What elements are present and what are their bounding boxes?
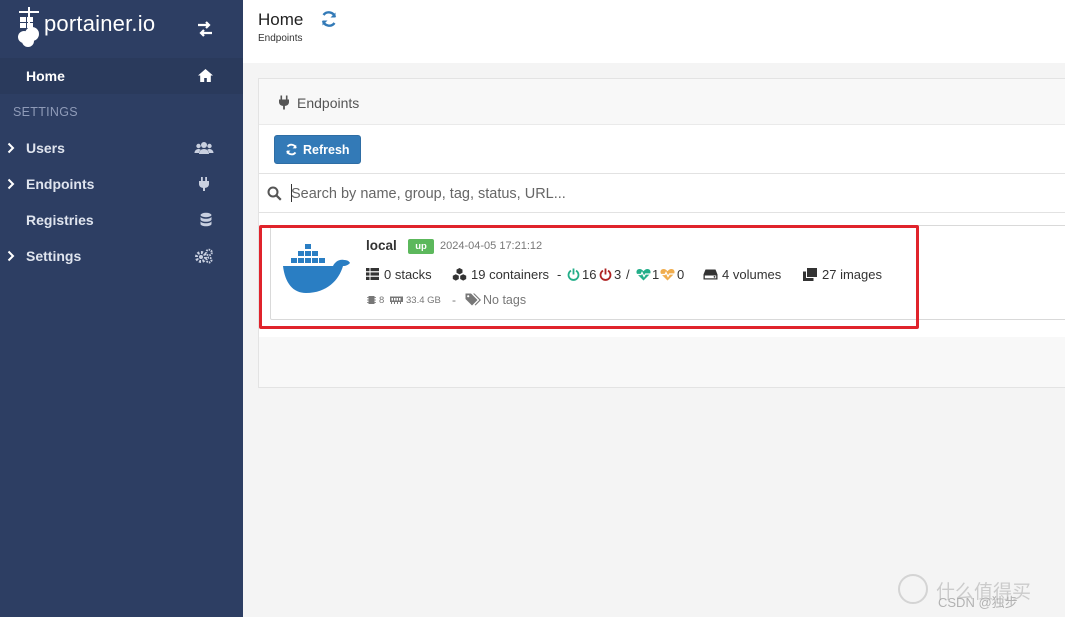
text-caret (291, 184, 292, 202)
sidebar-item-home[interactable]: Home (0, 58, 243, 94)
chevron-right-icon (7, 142, 15, 154)
search-bar (259, 173, 1065, 213)
refresh-button[interactable]: Refresh (274, 135, 361, 164)
brand[interactable]: portainer.io (0, 0, 243, 55)
watermark-author: CSDN @独步 (938, 595, 1018, 610)
sidebar-item-users[interactable]: Users (0, 130, 243, 166)
search-icon (267, 186, 282, 201)
chevron-right-icon (7, 250, 15, 262)
refresh-button-label: Refresh (303, 143, 350, 157)
users-icon (194, 142, 214, 154)
refresh-icon[interactable] (320, 10, 338, 28)
watermark-logo-icon (898, 574, 928, 604)
plug-icon (199, 177, 209, 191)
sidebar-item-registries[interactable]: Registries (0, 202, 243, 238)
cogs-icon (195, 248, 213, 264)
sidebar-item-settings[interactable]: Settings (0, 238, 243, 274)
sidebar-item-label: Endpoints (26, 176, 95, 192)
brand-name: portainer.io (44, 11, 156, 36)
sidebar-item-endpoints[interactable]: Endpoints (0, 166, 243, 202)
database-icon (200, 212, 212, 227)
chevron-right-icon (7, 178, 15, 190)
plug-icon (279, 95, 289, 110)
home-icon (198, 69, 213, 82)
highlight-box (259, 225, 919, 329)
settings-section-header: SETTINGS (13, 105, 78, 119)
portainer-logo-icon (18, 7, 39, 47)
sidebar-item-label: Home (26, 68, 65, 84)
page-title: Home (258, 10, 304, 29)
panel-title: Endpoints (297, 95, 360, 111)
sidebar-item-label: Registries (26, 212, 94, 228)
sidebar-item-label: Users (26, 140, 65, 156)
refresh-icon (286, 143, 297, 156)
swap-icon[interactable] (195, 19, 215, 39)
panel-header: Endpoints (259, 79, 1065, 125)
page-header: Home Endpoints (243, 0, 1065, 63)
search-input[interactable] (291, 182, 1051, 206)
sidebar-item-label: Settings (26, 248, 82, 264)
breadcrumb[interactable]: Endpoints (258, 33, 302, 44)
sidebar: portainer.io Home SETTINGS Users Endpoin… (0, 0, 243, 617)
